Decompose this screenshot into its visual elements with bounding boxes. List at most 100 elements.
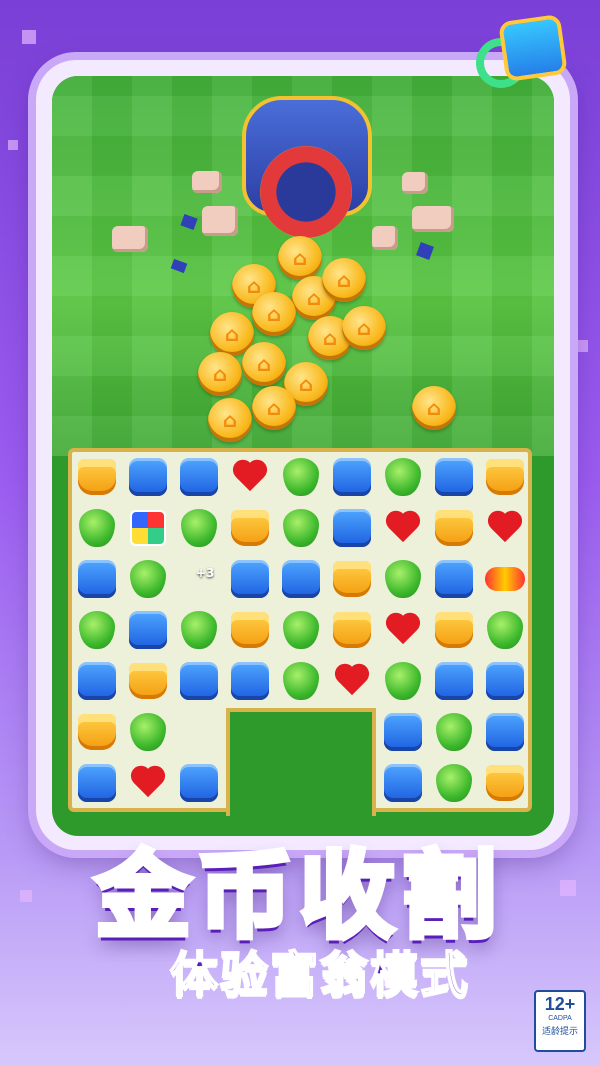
board-tile[interactable] bbox=[178, 660, 220, 702]
board-tile[interactable] bbox=[382, 558, 424, 600]
house-coin-icon bbox=[278, 236, 322, 280]
board-tile[interactable] bbox=[484, 762, 526, 804]
board-tile[interactable] bbox=[433, 456, 475, 498]
board-tile[interactable] bbox=[433, 660, 475, 702]
board-tile[interactable] bbox=[178, 609, 220, 651]
blue-piece-icon bbox=[486, 713, 524, 751]
house-coin-icon bbox=[252, 292, 296, 336]
board-tile[interactable] bbox=[433, 507, 475, 549]
board-tile[interactable] bbox=[433, 558, 475, 600]
board-tile[interactable] bbox=[331, 660, 373, 702]
green-piece-icon bbox=[130, 713, 166, 751]
pixel-decoration bbox=[8, 140, 18, 150]
board-tile[interactable] bbox=[229, 507, 271, 549]
board-tile[interactable] bbox=[280, 660, 322, 702]
green-piece-icon bbox=[487, 611, 523, 649]
board-tile[interactable] bbox=[382, 456, 424, 498]
board-tile[interactable] bbox=[229, 456, 271, 498]
age-label: 适龄提示 bbox=[541, 1026, 578, 1036]
rock bbox=[112, 226, 148, 252]
blue-shard bbox=[170, 258, 188, 274]
board-tile[interactable] bbox=[76, 762, 118, 804]
board-tile[interactable] bbox=[382, 762, 424, 804]
green-piece-icon bbox=[130, 560, 166, 598]
board-tile[interactable] bbox=[76, 507, 118, 549]
board-tile[interactable] bbox=[280, 507, 322, 549]
heart-piece-icon bbox=[333, 663, 371, 699]
age-number: 12+ bbox=[544, 994, 576, 1014]
pot-piece-icon bbox=[78, 714, 116, 750]
board-tile[interactable] bbox=[382, 711, 424, 753]
pot-piece-icon bbox=[129, 663, 167, 699]
rocket-piece-icon bbox=[485, 567, 525, 591]
board-tile[interactable] bbox=[76, 660, 118, 702]
board-tile[interactable] bbox=[178, 762, 220, 804]
pot-piece-icon bbox=[435, 612, 473, 648]
blue-piece-icon bbox=[78, 662, 116, 700]
pot-piece-icon bbox=[333, 612, 371, 648]
blue-piece-icon bbox=[384, 713, 422, 751]
green-piece-icon bbox=[385, 662, 421, 700]
blue-piece-icon bbox=[231, 662, 269, 700]
board-tile[interactable] bbox=[76, 456, 118, 498]
pixel-decoration bbox=[576, 340, 588, 352]
blue-piece-icon bbox=[129, 611, 167, 649]
board-tile[interactable] bbox=[127, 456, 169, 498]
board-tile[interactable] bbox=[382, 609, 424, 651]
board-tile[interactable] bbox=[331, 456, 373, 498]
board-tile[interactable] bbox=[127, 762, 169, 804]
board-tile[interactable] bbox=[229, 558, 271, 600]
rock bbox=[202, 206, 238, 236]
board-tile[interactable] bbox=[484, 609, 526, 651]
board-tile[interactable] bbox=[229, 609, 271, 651]
board-tile[interactable] bbox=[127, 711, 169, 753]
house-coin-icon bbox=[342, 306, 386, 350]
cube-piece-icon bbox=[130, 510, 166, 546]
pot-piece-icon bbox=[231, 612, 269, 648]
heart-piece-icon bbox=[129, 765, 167, 801]
blue-piece-icon bbox=[78, 764, 116, 802]
board-tile[interactable] bbox=[382, 660, 424, 702]
board-tile[interactable] bbox=[433, 762, 475, 804]
board-tile[interactable] bbox=[127, 507, 169, 549]
board-tile[interactable] bbox=[229, 660, 271, 702]
board-tile[interactable] bbox=[178, 507, 220, 549]
blue-piece-icon bbox=[231, 560, 269, 598]
age-org: CADPA bbox=[548, 1015, 572, 1022]
board-tile[interactable] bbox=[280, 609, 322, 651]
blue-piece-icon bbox=[435, 662, 473, 700]
board-tile[interactable] bbox=[484, 507, 526, 549]
board-tile[interactable] bbox=[76, 558, 118, 600]
shuffle-icon[interactable] bbox=[476, 13, 568, 88]
board-tile[interactable] bbox=[382, 507, 424, 549]
board-tile[interactable] bbox=[76, 609, 118, 651]
green-piece-icon bbox=[181, 509, 217, 547]
house-coin-icon bbox=[242, 342, 286, 386]
rock bbox=[402, 172, 428, 194]
green-piece-icon bbox=[283, 509, 319, 547]
bonus-label: +3 bbox=[196, 566, 215, 580]
board-tile[interactable] bbox=[178, 456, 220, 498]
heart-piece-icon bbox=[231, 459, 269, 495]
board-tile[interactable] bbox=[127, 609, 169, 651]
board-tile[interactable] bbox=[127, 660, 169, 702]
board-tile[interactable] bbox=[280, 558, 322, 600]
board-tile[interactable] bbox=[331, 507, 373, 549]
board-tile[interactable] bbox=[484, 711, 526, 753]
heart-piece-icon bbox=[384, 510, 422, 546]
board-tile[interactable] bbox=[484, 456, 526, 498]
pot-piece-icon bbox=[486, 459, 524, 495]
board-tile[interactable] bbox=[484, 558, 526, 600]
board-tile[interactable] bbox=[76, 711, 118, 753]
board-tile[interactable] bbox=[331, 609, 373, 651]
board-tile[interactable] bbox=[433, 711, 475, 753]
subtitle: 体验富翁模式 bbox=[169, 946, 470, 1004]
board-tile[interactable] bbox=[433, 609, 475, 651]
board-tile[interactable] bbox=[280, 456, 322, 498]
board-tile[interactable] bbox=[484, 660, 526, 702]
board-tile[interactable] bbox=[127, 558, 169, 600]
board-tile[interactable] bbox=[331, 558, 373, 600]
rock bbox=[192, 171, 222, 193]
match-board[interactable] bbox=[68, 448, 532, 816]
green-piece-icon bbox=[283, 611, 319, 649]
